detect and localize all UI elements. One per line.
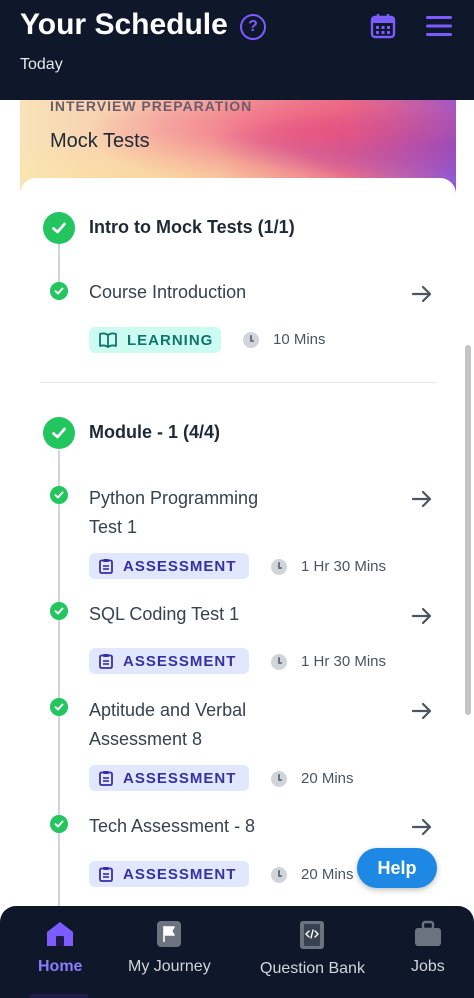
flag-icon: [157, 921, 182, 947]
duration-text: 20 Mins: [301, 866, 354, 883]
tag-label: ASSESSMENT: [123, 769, 237, 787]
schedule-item-title[interactable]: Tech Assessment - 8: [89, 812, 289, 841]
module-title[interactable]: Module - 1 (4/4): [89, 422, 220, 443]
course-category: INTERVIEW PREPARATION: [50, 98, 253, 114]
tag-label: ASSESSMENT: [123, 865, 237, 883]
module-divider: [40, 382, 437, 383]
clipboard-icon: [99, 867, 113, 882]
duration-text: 20 Mins: [301, 770, 354, 787]
clock-icon: [271, 770, 287, 787]
clock-icon: [271, 558, 287, 575]
assessment-tag: ASSESSMENT: [89, 553, 249, 579]
clock-icon: [271, 866, 287, 883]
bottom-navigation: Home My Journey Question Bank Jobs: [0, 906, 474, 998]
assessment-tag: ASSESSMENT: [89, 861, 249, 887]
item-complete-check-icon: [50, 815, 68, 833]
nav-label: Home: [38, 958, 83, 975]
item-complete-check-icon: [50, 486, 68, 504]
tag-label: LEARNING: [127, 331, 214, 349]
clock-icon: [243, 331, 259, 348]
nav-item-my-journey[interactable]: My Journey: [128, 920, 211, 976]
arrow-right-icon[interactable]: [410, 487, 434, 511]
nav-item-question-bank[interactable]: Question Bank: [260, 920, 365, 978]
arrow-right-icon[interactable]: [410, 282, 434, 306]
clipboard-icon: [99, 654, 113, 669]
timeline-connector: [58, 450, 60, 906]
assessment-tag: ASSESSMENT: [89, 648, 249, 674]
assessment-tag: ASSESSMENT: [89, 765, 249, 791]
code-book-icon: [300, 921, 325, 949]
duration-text: 1 Hr 30 Mins: [301, 558, 387, 575]
course-title: Mock Tests: [50, 130, 150, 152]
clock-icon: [271, 653, 287, 670]
active-tab-indicator: [30, 994, 88, 998]
nav-label: My Journey: [128, 958, 211, 975]
schedule-item-title[interactable]: Course Introduction: [89, 278, 289, 307]
schedule-item-title[interactable]: Python Programming Test 1: [89, 484, 289, 542]
tag-label: ASSESSMENT: [123, 557, 237, 575]
duration-text: 10 Mins: [273, 331, 326, 348]
arrow-right-icon[interactable]: [410, 815, 434, 839]
module-complete-check-icon: [43, 417, 75, 449]
duration-text: 1 Hr 30 Mins: [301, 653, 387, 670]
schedule-item-title[interactable]: SQL Coding Test 1: [89, 600, 289, 629]
item-complete-check-icon: [50, 282, 68, 300]
clipboard-icon: [99, 559, 113, 574]
help-button[interactable]: Help: [357, 848, 437, 888]
page-title: Your Schedule: [20, 8, 228, 41]
duration: 10 Mins: [243, 331, 326, 348]
book-icon: [99, 332, 117, 348]
arrow-right-icon[interactable]: [410, 699, 434, 723]
arrow-right-icon[interactable]: [410, 604, 434, 628]
home-icon: [47, 922, 74, 946]
question-circle-icon[interactable]: ?: [240, 14, 266, 40]
clipboard-icon: [99, 771, 113, 786]
date-subtitle: Today: [20, 56, 63, 73]
scrollbar-thumb[interactable]: [465, 345, 471, 715]
app-header: Your Schedule ? Today: [0, 0, 474, 100]
tag-label: ASSESSMENT: [123, 652, 237, 670]
duration: 1 Hr 30 Mins: [271, 653, 386, 670]
nav-label: Question Bank: [260, 960, 365, 977]
learning-tag: LEARNING: [89, 327, 221, 353]
module-complete-check-icon: [43, 212, 75, 244]
module-title[interactable]: Intro to Mock Tests (1/1): [89, 217, 295, 238]
nav-item-jobs[interactable]: Jobs: [411, 920, 445, 976]
item-complete-check-icon: [50, 698, 68, 716]
duration: 20 Mins: [271, 866, 354, 883]
duration: 20 Mins: [271, 770, 354, 787]
nav-label: Jobs: [411, 958, 445, 975]
item-complete-check-icon: [50, 602, 68, 620]
hamburger-menu-icon[interactable]: [426, 14, 452, 38]
calendar-icon[interactable]: [370, 13, 396, 39]
schedule-item-title[interactable]: Aptitude and Verbal Assessment 8: [89, 696, 289, 754]
nav-item-home[interactable]: Home: [38, 920, 82, 976]
duration: 1 Hr 30 Mins: [271, 558, 386, 575]
briefcase-icon: [414, 920, 441, 946]
